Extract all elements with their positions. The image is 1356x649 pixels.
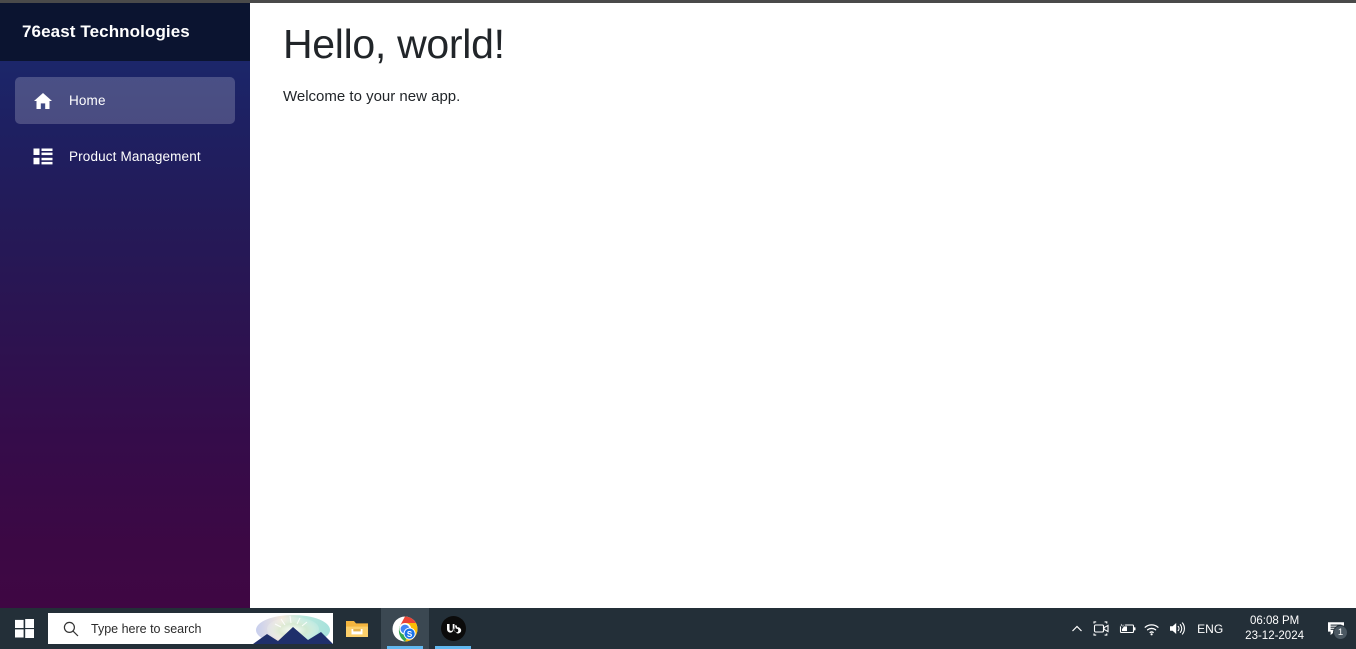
sidebar-item-home[interactable]: Home [15,77,235,124]
browser-viewport: 76east Technologies Home Product Managem… [0,0,1356,608]
camera-icon[interactable] [1089,608,1114,649]
clock-date: 23-12-2024 [1245,629,1304,642]
clock-time: 06:08 PM [1249,614,1300,627]
taskbar-app-upwork[interactable] [429,608,477,649]
notification-bubble-icon[interactable]: 1 [1316,608,1356,649]
cortana-illustration-icon [253,613,333,644]
taskbar-app-google-chrome[interactable]: S [381,608,429,649]
windows-start-icon[interactable] [0,608,48,649]
notification-count-badge: 1 [1333,625,1348,640]
taskbar-app-file-explorer[interactable] [333,608,381,649]
list-view-icon [32,146,54,168]
page-subtitle: Welcome to your new app. [283,88,461,106]
clock[interactable]: 06:08 PM 23-12-2024 [1233,614,1316,644]
windows-taskbar: Type here to search S ENG 06:08 PM 23-12… [0,608,1356,649]
system-tray: ENG 06:08 PM 23-12-2024 1 [1064,608,1356,649]
sidebar-item-product-management[interactable]: Product Management [15,133,235,180]
home-icon [32,90,54,112]
main-content: Hello, world! Welcome to your new app. [250,3,1356,608]
battery-charging-icon[interactable] [1114,608,1139,649]
page-title: Hello, world! [283,21,505,67]
sidebar-item-label: Product Management [69,149,201,164]
sidebar-header: 76east Technologies [0,3,250,61]
sidebar: 76east Technologies Home Product Managem… [0,3,250,608]
search-placeholder: Type here to search [91,621,202,636]
search-icon [63,621,79,637]
language-indicator[interactable]: ENG [1189,622,1233,636]
brand-title: 76east Technologies [22,22,190,41]
sidebar-nav: Home Product Management [0,61,250,189]
speaker-icon[interactable] [1164,608,1189,649]
wifi-icon[interactable] [1139,608,1164,649]
sidebar-item-label: Home [69,93,106,108]
svg-text:S: S [407,630,413,639]
chevron-up-icon[interactable] [1064,608,1089,649]
search-input[interactable]: Type here to search [48,613,333,644]
